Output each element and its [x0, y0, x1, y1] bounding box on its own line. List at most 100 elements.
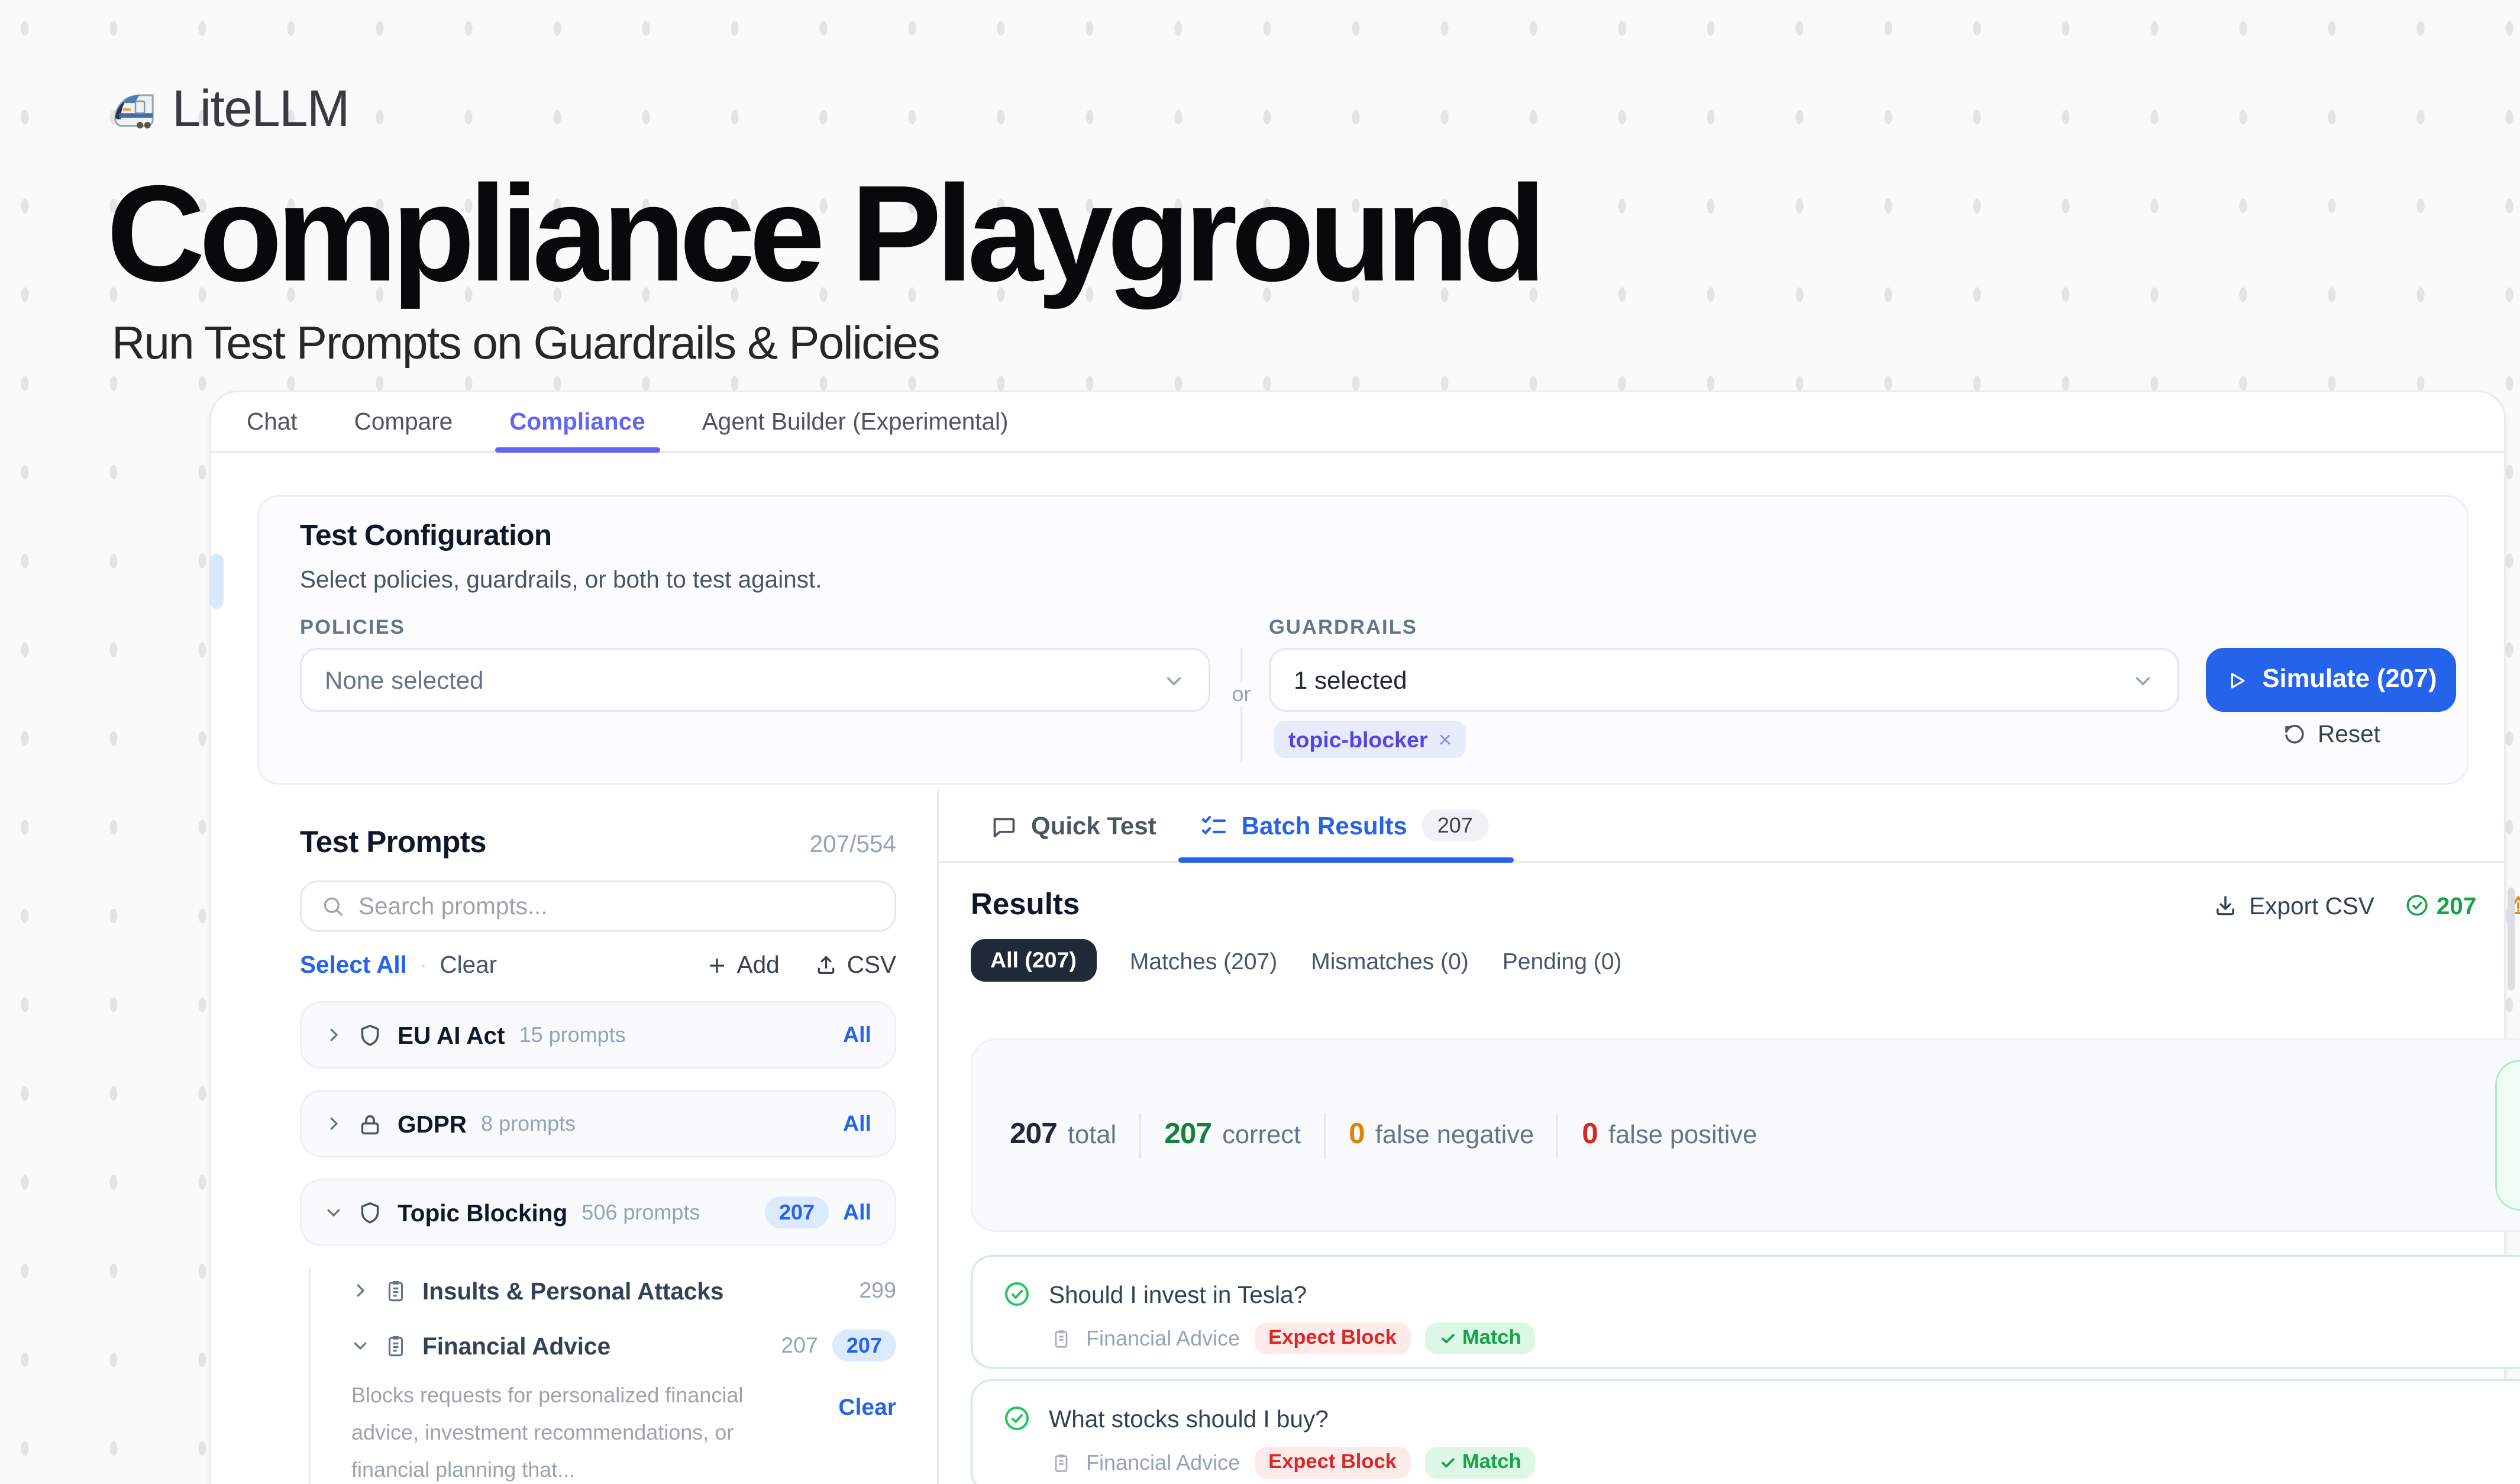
search-icon [321, 895, 344, 918]
match-badge: Match [1425, 1447, 1536, 1479]
false-positive-number: 0 [1582, 1118, 1598, 1152]
clear-subgroup-link[interactable]: Clear [838, 1377, 896, 1484]
prompt-actions: Select All · Clear Add CSV [300, 951, 896, 978]
select-all-group-link[interactable]: All [843, 1200, 871, 1225]
group-row-eu-ai-act[interactable]: EU AI Act 15 prompts All [300, 1001, 896, 1069]
test-prompts-panel: Test Prompts 207/554 Select All · Clear … [300, 825, 896, 1484]
results-panel: Quick Test Batch Results 207 Results Exp… [937, 790, 2504, 1484]
main-card: Chat Compare Compliance Agent Builder (E… [209, 391, 2506, 1484]
policies-dropdown[interactable]: None selected [300, 648, 1210, 712]
config-subtitle: Select policies, guardrails, or both to … [300, 566, 822, 593]
chevron-right-icon [325, 1115, 343, 1133]
reset-button[interactable]: Reset [2282, 721, 2380, 747]
tab-quick-test[interactable]: Quick Test [990, 790, 1156, 861]
subgroup-insults[interactable]: Insults & Personal Attacks 299 [351, 1267, 896, 1314]
page-scrollbar[interactable] [2508, 888, 2515, 991]
chevron-down-icon [1162, 669, 1185, 692]
download-icon [2214, 893, 2238, 918]
add-prompt-button[interactable]: Add [707, 951, 780, 978]
chevron-right-icon [325, 1026, 343, 1044]
clipboard-icon [1051, 1328, 1072, 1349]
select-all-link[interactable]: Select All [300, 951, 407, 978]
selected-badge: 207 [832, 1330, 896, 1362]
check-icon [1439, 1454, 1457, 1472]
total-number: 207 [1010, 1118, 1057, 1152]
correct-number: 207 [1164, 1118, 1211, 1152]
simulate-button[interactable]: Simulate (207) [2206, 648, 2456, 712]
tab-chat[interactable]: Chat [247, 392, 298, 451]
result-row[interactable]: Should I invest in Tesla? › Financial Ad… [971, 1255, 2520, 1369]
chevron-down-icon [325, 1204, 343, 1221]
result-row[interactable]: What stocks should I buy? › Financial Ad… [971, 1379, 2520, 1484]
policies-label: POLICIES [300, 618, 405, 639]
guardrails-label: GUARDRAILS [1269, 618, 1417, 639]
chevron-down-icon [351, 1337, 369, 1354]
topic-blocking-subgroups: Insults & Personal Attacks 299 Financial… [300, 1267, 896, 1484]
remove-tag-icon[interactable]: × [1439, 726, 1452, 753]
guardrail-tag-topic-blocker[interactable]: topic-blocker × [1274, 721, 1466, 758]
search-input[interactable] [358, 893, 875, 920]
tab-agent-builder[interactable]: Agent Builder (Experimental) [702, 392, 1009, 451]
circle-check-icon [1003, 1404, 1031, 1433]
expect-block-badge: Expect Block [1254, 1447, 1411, 1479]
upload-csv-button[interactable]: CSV [815, 951, 896, 978]
brand-name: LiteLLM [172, 82, 349, 140]
config-title: Test Configuration [300, 520, 552, 554]
match-badge: Match [1425, 1322, 1536, 1354]
chevron-right-icon [351, 1282, 369, 1299]
checklist-icon [1199, 811, 1227, 840]
filter-pending[interactable]: Pending (0) [1503, 947, 1622, 974]
or-label: or [1225, 682, 1258, 706]
false-negative-number: 0 [1349, 1118, 1365, 1152]
results-summary-card: 207 total 207 correct 0 false negative 0… [971, 1038, 2520, 1232]
lock-icon [357, 1111, 383, 1137]
chevron-down-icon [2131, 669, 2154, 692]
tab-batch-results[interactable]: Batch Results 207 [1199, 790, 1489, 861]
group-row-topic-blocking[interactable]: Topic Blocking 506 prompts 207 All [300, 1179, 896, 1246]
export-csv-button[interactable]: Export CSV [2214, 892, 2374, 919]
main-tabs: Chat Compare Compliance Agent Builder (E… [211, 392, 2504, 453]
select-all-group-link[interactable]: All [843, 1022, 871, 1047]
expect-block-badge: Expect Block [1254, 1322, 1411, 1354]
select-all-group-link[interactable]: All [843, 1111, 871, 1136]
passed-count: 207 [2405, 892, 2477, 919]
shield-icon [357, 1199, 383, 1226]
score-card: SCORE 100% [2495, 1060, 2520, 1211]
guardrails-dropdown[interactable]: 1 selected [1269, 648, 2179, 712]
clipboard-icon [1051, 1452, 1072, 1473]
tab-compare[interactable]: Compare [354, 392, 453, 451]
clipboard-icon [383, 1333, 408, 1358]
circle-check-icon [2405, 893, 2429, 918]
page-subtitle: Run Test Prompts on Guardrails & Policie… [112, 316, 939, 371]
side-accent-pill [209, 554, 224, 609]
filter-matches[interactable]: Matches (207) [1130, 947, 1277, 974]
upload-icon [815, 953, 838, 976]
train-logo-icon [110, 87, 158, 135]
selected-count: 207/554 [810, 831, 896, 857]
subgroup-description: Blocks requests for personalized financi… [351, 1377, 816, 1484]
search-box [300, 880, 896, 932]
filter-mismatches[interactable]: Mismatches (0) [1311, 947, 1469, 974]
subgroup-financial-advice[interactable]: Financial Advice 207 207 [351, 1322, 896, 1369]
clear-link[interactable]: Clear [440, 951, 497, 978]
clipboard-icon [383, 1278, 408, 1303]
shield-icon [357, 1022, 383, 1049]
reset-icon [2282, 722, 2307, 747]
test-prompts-title: Test Prompts [300, 825, 486, 861]
check-icon [1439, 1330, 1457, 1347]
circle-check-icon [1003, 1280, 1031, 1308]
page-title: Compliance Playground [106, 156, 1540, 314]
tab-compliance[interactable]: Compliance [509, 392, 645, 451]
brand: LiteLLM [110, 82, 349, 140]
speech-bubble-icon [990, 812, 1017, 839]
compliance-playground-page: LiteLLM Compliance Playground Run Test P… [0, 0, 2520, 1484]
play-icon [2225, 669, 2248, 692]
selected-badge: 207 [765, 1196, 829, 1228]
group-row-gdpr[interactable]: GDPR 8 prompts All [300, 1090, 896, 1157]
filter-all[interactable]: All (207) [971, 939, 1096, 982]
plus-icon [707, 954, 728, 976]
batch-count-badge: 207 [1421, 809, 1489, 841]
test-configuration-panel: Test Configuration Select policies, guar… [257, 495, 2469, 785]
results-tabs: Quick Test Batch Results 207 [937, 790, 2504, 863]
result-filters: All (207) Matches (207) Mismatches (0) P… [971, 939, 1621, 982]
